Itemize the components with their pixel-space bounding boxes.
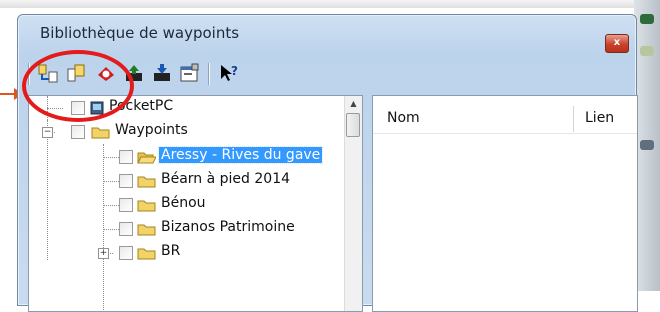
waypoint-list[interactable]: Nom Lien	[372, 95, 638, 312]
tree-item-label: Bénou	[161, 195, 206, 211]
annotation-circle	[22, 50, 134, 122]
tree-item-label: Aressy - Rives du gave	[157, 146, 324, 164]
collapse-toggle[interactable]: −	[42, 127, 53, 138]
tree-item-label: Bizanos Patrimoine	[161, 219, 295, 235]
download-from-device-button[interactable]	[150, 61, 174, 85]
help-button[interactable]: ?	[218, 61, 242, 85]
scroll-thumb[interactable]	[346, 113, 360, 137]
folder-open-icon	[137, 152, 156, 164]
header-divider	[373, 133, 637, 134]
tree-item-label: Waypoints	[115, 122, 188, 138]
tree-checkbox[interactable]	[119, 246, 133, 260]
folder-icon	[137, 224, 156, 236]
tree-scrollbar[interactable]: ▲	[344, 96, 362, 311]
scroll-up-arrow-icon[interactable]: ▲	[345, 96, 362, 112]
properties-button[interactable]	[178, 61, 202, 85]
close-button[interactable]: x	[605, 34, 629, 53]
tree-item-br[interactable]: + BR	[29, 241, 345, 265]
folder-icon	[91, 127, 110, 139]
column-divider[interactable]	[573, 106, 574, 132]
tree-item-bearn[interactable]: Béarn à pied 2014	[29, 169, 345, 193]
help-pointer-icon: ?	[221, 64, 238, 81]
download-from-device-icon	[154, 64, 170, 81]
window-title: Bibliothèque de waypoints	[40, 24, 240, 42]
folder-icon	[137, 200, 156, 212]
tree-checkbox[interactable]	[119, 222, 133, 236]
column-header-lien[interactable]: Lien	[585, 110, 614, 126]
tree-item-waypoints[interactable]: − Waypoints	[29, 120, 345, 144]
tree-checkbox[interactable]	[71, 125, 85, 139]
column-header-nom[interactable]: Nom	[387, 110, 420, 126]
svg-text:?: ?	[231, 64, 238, 78]
properties-icon	[180, 63, 199, 82]
tree-checkbox[interactable]	[119, 174, 133, 188]
tree-item-bizanos[interactable]: Bizanos Patrimoine	[29, 217, 345, 241]
desktop-background	[0, 0, 660, 8]
folder-icon	[137, 176, 156, 188]
tree-item-label: Béarn à pied 2014	[161, 171, 291, 187]
toolbar-separator	[208, 63, 210, 85]
tree-item-aressy[interactable]: Aressy - Rives du gave	[29, 145, 345, 169]
tree-checkbox[interactable]	[119, 198, 133, 212]
tree-item-benou[interactable]: Bénou	[29, 193, 345, 217]
tree-checkbox[interactable]	[119, 150, 133, 164]
title-bar[interactable]: Bibliothèque de waypoints x	[18, 15, 636, 53]
folder-tree[interactable]: PocketPC − Waypoints Aressy - Rives du g…	[28, 95, 363, 312]
tree-item-label: BR	[161, 243, 181, 259]
folder-icon	[137, 248, 156, 260]
expand-toggle[interactable]: +	[98, 248, 109, 259]
